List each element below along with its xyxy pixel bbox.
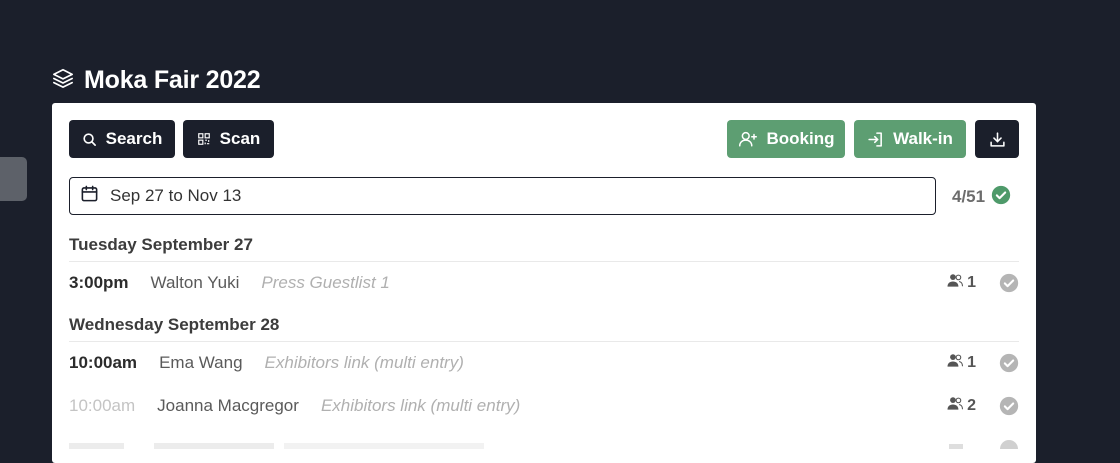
date-range-value: Sep 27 to Nov 13 <box>110 186 242 205</box>
guest-name: Ema Wang <box>159 353 243 372</box>
calendar-icon <box>80 184 99 208</box>
app-header: Moka Fair 2022 <box>52 64 261 96</box>
guest-count-value: 1 <box>967 354 976 371</box>
search-icon <box>82 132 97 147</box>
download-button[interactable] <box>975 120 1019 158</box>
guest-count: 2 <box>946 395 976 417</box>
guest-count-value: 1 <box>967 274 976 291</box>
booking-button[interactable]: Booking <box>727 120 845 158</box>
guest-count-value: 2 <box>967 397 976 414</box>
scan-button[interactable]: Scan <box>183 120 274 158</box>
booking-source: Exhibitors link (multi entry) <box>264 353 464 372</box>
check-in-icon[interactable] <box>999 273 1019 298</box>
layers-icon <box>52 67 74 94</box>
booking-row-partial <box>69 436 1019 458</box>
side-drawer-tab[interactable] <box>0 157 27 201</box>
booking-row[interactable]: 10:00am Joanna Macgregor Exhibitors link… <box>69 391 1019 421</box>
bookings-panel: Search Scan Booking Walk-in Sep 27 to No… <box>52 103 1036 463</box>
add-user-icon <box>738 130 758 148</box>
booking-source: Exhibitors link (multi entry) <box>320 396 521 415</box>
users-icon <box>946 396 964 416</box>
walk-in-button-label: Walk-in <box>893 129 953 148</box>
booking-button-label: Booking <box>766 129 835 148</box>
guest-count: 1 <box>946 272 976 294</box>
login-arrow-icon <box>867 131 884 148</box>
guest-name: Walton Yuki <box>150 273 240 292</box>
booking-time: 10:00am <box>69 353 138 372</box>
page-title: Moka Fair 2022 <box>84 65 261 94</box>
users-icon <box>946 273 964 293</box>
search-button[interactable]: Search <box>69 120 175 158</box>
check-in-icon[interactable] <box>999 396 1019 421</box>
scan-button-label: Scan <box>219 129 261 148</box>
download-icon <box>989 131 1006 148</box>
guest-count: 1 <box>946 352 976 374</box>
booking-row[interactable]: 10:00am Ema Wang Exhibitors link (multi … <box>69 348 1019 378</box>
day-header: Wednesday September 28 <box>69 315 1019 342</box>
booking-time: 10:00am <box>69 396 136 415</box>
checkin-counter-text: 4/51 <box>952 187 986 206</box>
date-range-field[interactable]: Sep 27 to Nov 13 <box>69 177 936 215</box>
qr-code-icon <box>197 132 211 146</box>
booking-source: Press Guestlist 1 <box>261 273 390 292</box>
check-in-icon[interactable] <box>999 353 1019 378</box>
users-icon <box>946 353 964 373</box>
booking-row[interactable]: 3:00pm Walton Yuki Press Guestlist 1 1 <box>69 268 1019 298</box>
checked-in-icon <box>991 185 1011 210</box>
guest-name: Joanna Macgregor <box>157 396 299 415</box>
walk-in-button[interactable]: Walk-in <box>854 120 966 158</box>
day-header: Tuesday September 27 <box>69 235 1019 262</box>
checkin-counter: 4/51 <box>952 185 1011 210</box>
booking-time: 3:00pm <box>69 273 129 292</box>
search-button-label: Search <box>105 129 163 148</box>
